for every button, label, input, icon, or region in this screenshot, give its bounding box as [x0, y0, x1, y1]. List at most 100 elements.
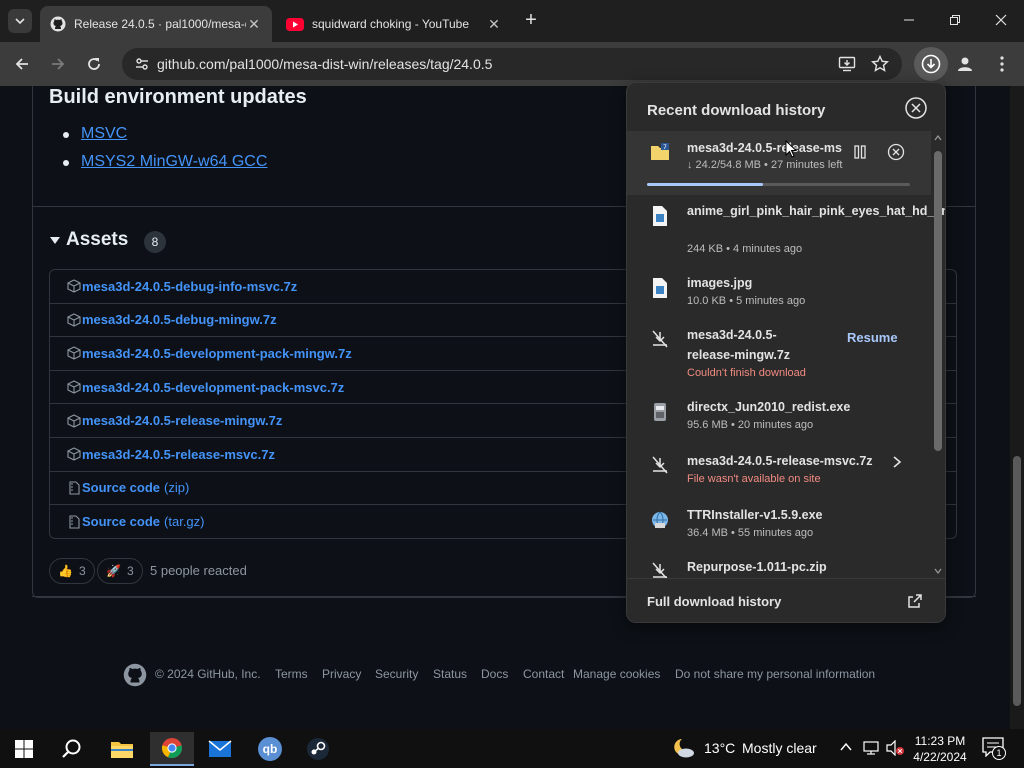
tab-title: Release 24.0.5 · pal1000/mesa-dist-win: [74, 17, 246, 31]
tab-close-icon[interactable]: ✕: [246, 16, 262, 32]
download-item[interactable]: images.jpg 10.0 KB • 5 minutes ago: [627, 275, 931, 315]
download-item-failed[interactable]: mesa3d-24.0.5-release-mingw.7z Couldn't …: [627, 327, 931, 387]
steam-icon: [307, 738, 329, 760]
site-info-icon[interactable]: [134, 56, 150, 72]
footer-link-security[interactable]: Security: [375, 667, 418, 681]
reaction-thumbs-up[interactable]: 👍 3: [49, 558, 95, 584]
full-download-history-link[interactable]: Full download history: [627, 578, 945, 622]
start-button[interactable]: [2, 732, 46, 766]
msvc-link[interactable]: MSVC: [81, 125, 127, 143]
back-button[interactable]: [8, 50, 36, 78]
cancel-circle-icon[interactable]: [887, 143, 905, 161]
reload-button[interactable]: [80, 50, 108, 78]
footer-link-status[interactable]: Status: [433, 667, 467, 681]
scrollbar-thumb[interactable]: [934, 151, 942, 451]
tab-youtube[interactable]: squidward choking - YouTube ✕: [276, 6, 512, 42]
download-item-failed[interactable]: Repurpose-1.011-pc.zip: [627, 559, 931, 579]
clock-date: 4/22/2024: [913, 750, 967, 764]
browser-toolbar: github.com/pal1000/mesa-dist-win/release…: [0, 42, 1024, 86]
restore-icon: [950, 15, 960, 25]
download-bubble-title: Recent download history: [647, 102, 826, 119]
page-scrollbar[interactable]: [1010, 86, 1024, 729]
weather-temperature[interactable]: 13°C: [704, 740, 735, 756]
download-item-in-progress[interactable]: 7 mesa3d-24.0.5-release-ms ↓ 24.2/54.8 M…: [627, 131, 931, 195]
download-item[interactable]: TTRInstaller-v1.5.9.exe 36.4 MB • 55 min…: [627, 507, 931, 547]
archive-icon: 7: [651, 143, 669, 160]
more-vertical-icon: [1000, 56, 1004, 72]
menu-button[interactable]: [988, 50, 1016, 78]
profile-button[interactable]: [951, 50, 979, 78]
download-status: ↓ 24.2/54.8 MB • 27 minutes left: [687, 159, 843, 171]
footer-link-do-not-share[interactable]: Do not share my personal information: [675, 667, 875, 681]
search-button[interactable]: [50, 732, 94, 766]
asset-name: mesa3d-24.0.5-release-msvc.7z: [82, 446, 275, 462]
tab-search-button[interactable]: [8, 9, 32, 33]
github-logo-icon[interactable]: [123, 663, 147, 687]
tab-github-release[interactable]: Release 24.0.5 · pal1000/mesa-dist-win ✕: [40, 6, 272, 42]
open-external-icon: [908, 594, 922, 608]
weather-condition[interactable]: Mostly clear: [742, 740, 817, 756]
package-icon: [67, 447, 81, 461]
download-failed-icon: [652, 330, 668, 348]
download-list-scrollbar[interactable]: [931, 133, 945, 578]
taskbar-clock[interactable]: 11:23 PM 4/22/2024: [905, 733, 975, 765]
footer-link-privacy[interactable]: Privacy: [322, 667, 361, 681]
footer-link-docs[interactable]: Docs: [481, 667, 508, 681]
clock-time: 11:23 PM: [914, 734, 966, 748]
bookmark-star-icon[interactable]: [871, 55, 889, 73]
msys2-link[interactable]: MSYS2 MinGW-w64 GCC: [81, 153, 267, 171]
minimize-button[interactable]: [895, 8, 923, 32]
scrollbar-thumb[interactable]: [1013, 456, 1021, 706]
download-filename: mesa3d-24.0.5-release-msvc.7z: [687, 454, 873, 468]
download-filename: Repurpose-1.011-pc.zip: [687, 560, 827, 574]
tab-close-icon[interactable]: ✕: [486, 16, 502, 32]
mouse-cursor-icon: [785, 140, 797, 158]
chrome-taskbar-button[interactable]: [150, 732, 194, 766]
package-icon: [67, 380, 81, 394]
scroll-down-icon[interactable]: [934, 568, 942, 574]
steam-button[interactable]: [296, 732, 340, 766]
assets-count-badge: 8: [144, 231, 166, 253]
pause-icon[interactable]: [853, 145, 867, 159]
chevron-right-icon[interactable]: [891, 455, 903, 469]
download-status: 10.0 KB • 5 minutes ago: [687, 295, 806, 307]
reaction-rocket[interactable]: 🚀 3: [97, 558, 143, 584]
volume-muted-icon[interactable]: [885, 740, 905, 756]
assets-toggle[interactable]: Assets: [50, 229, 128, 251]
footer-link-terms[interactable]: Terms: [275, 667, 308, 681]
package-icon: [67, 313, 81, 327]
network-icon[interactable]: [862, 740, 880, 756]
chevron-up-icon[interactable]: [840, 742, 852, 752]
close-circle-icon[interactable]: [905, 97, 927, 119]
full-download-history-label: Full download history: [647, 594, 782, 609]
scroll-up-icon[interactable]: [934, 135, 942, 141]
image-file-icon: [653, 206, 667, 226]
chrome-icon: [161, 738, 183, 759]
download-item-failed[interactable]: mesa3d-24.0.5-release-msvc.7z File wasn'…: [627, 453, 931, 493]
assets-title: Assets: [66, 229, 129, 250]
download-item[interactable]: directx_Jun2010_redist.exe 95.6 MB • 20 …: [627, 399, 931, 439]
mail-icon: [208, 740, 232, 757]
rocket-icon: 🚀: [106, 564, 121, 578]
install-app-icon[interactable]: [838, 55, 856, 73]
installer-globe-icon: [652, 511, 668, 529]
footer-copyright: © 2024 GitHub, Inc.: [155, 667, 261, 681]
notification-center-button[interactable]: 1: [982, 737, 1006, 760]
qbittorrent-button[interactable]: qb: [248, 732, 292, 766]
close-window-button[interactable]: [987, 8, 1015, 32]
restore-button[interactable]: [941, 8, 969, 32]
package-icon: [67, 279, 81, 293]
mail-button[interactable]: [198, 732, 242, 766]
downloads-button[interactable]: [914, 47, 948, 81]
address-bar[interactable]: github.com/pal1000/mesa-dist-win/release…: [122, 48, 902, 80]
file-explorer-button[interactable]: [100, 732, 144, 766]
footer-link-manage-cookies[interactable]: Manage cookies: [573, 667, 660, 681]
download-item[interactable]: anime_girl_pink_hair_pink_eyes_hat_hd_an…: [627, 203, 945, 261]
forward-button[interactable]: [44, 50, 72, 78]
resume-button[interactable]: Resume: [847, 330, 898, 345]
weather-moon-cloud-icon[interactable]: [672, 737, 696, 759]
footer-link-contact[interactable]: Contact: [523, 667, 564, 681]
url-text: github.com/pal1000/mesa-dist-win/release…: [157, 56, 493, 72]
installer-icon: [654, 403, 666, 421]
new-tab-button[interactable]: +: [520, 10, 542, 32]
